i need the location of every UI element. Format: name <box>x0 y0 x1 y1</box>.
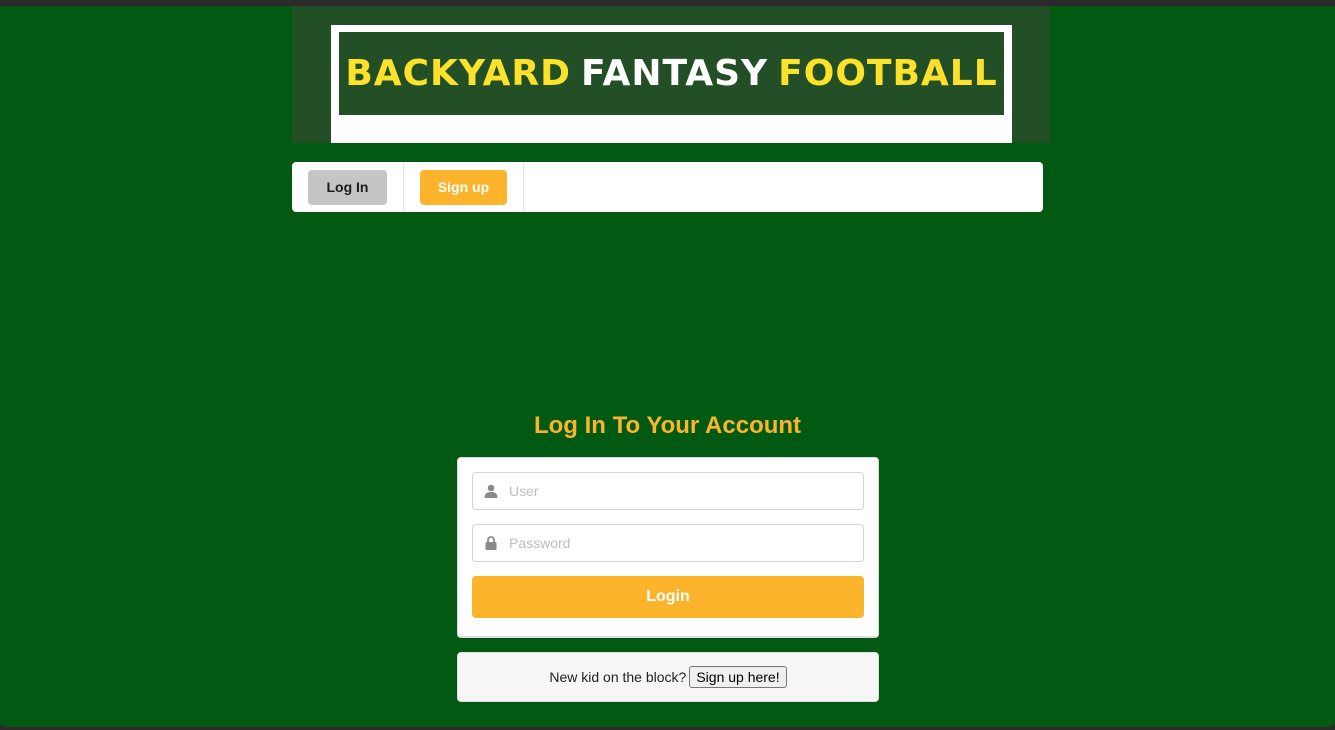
signup-message-text: New kid on the block? <box>549 669 687 685</box>
logo-word-football: FOOTBALL <box>778 53 998 94</box>
site-logo[interactable]: BACKYARD FANTASY FOOTBALL <box>345 53 997 94</box>
page-background: BACKYARD FANTASY FOOTBALL Log In Sign up… <box>0 6 1335 727</box>
login-form-title: Log In To Your Account <box>533 412 802 439</box>
site-banner: BACKYARD FANTASY FOOTBALL <box>292 6 1050 143</box>
logo-word-backyard: BACKYARD <box>345 53 572 94</box>
signup-here-button[interactable]: Sign up here! <box>689 666 787 688</box>
form-divider <box>458 636 878 637</box>
top-navbar: Log In Sign up <box>292 162 1043 212</box>
banner-logo-box: BACKYARD FANTASY FOOTBALL <box>335 28 1008 119</box>
nav-item-login: Log In <box>292 162 404 212</box>
nav-item-signup: Sign up <box>404 162 524 212</box>
logo-word-fantasy: FANTASY <box>581 53 769 94</box>
user-icon <box>473 473 509 509</box>
user-field <box>472 472 864 510</box>
nav-login-button[interactable]: Log In <box>308 169 387 205</box>
login-form: Login <box>457 457 879 638</box>
banner-frame: BACKYARD FANTASY FOOTBALL <box>331 25 1012 143</box>
login-submit-button[interactable]: Login <box>472 576 864 618</box>
user-input[interactable] <box>509 474 863 508</box>
signup-message: New kid on the block? Sign up here! <box>457 652 879 702</box>
password-input[interactable] <box>509 526 863 560</box>
nav-signup-button[interactable]: Sign up <box>420 169 507 205</box>
lock-icon <box>473 525 509 561</box>
password-field <box>472 524 864 562</box>
